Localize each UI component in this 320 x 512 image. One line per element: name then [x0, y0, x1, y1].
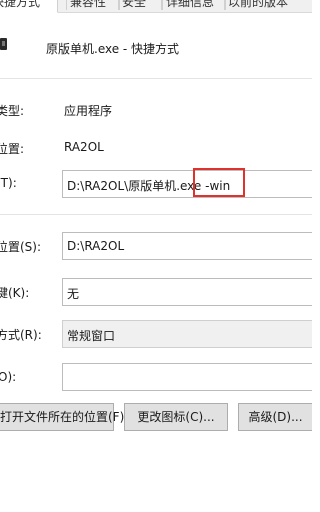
target-location-label: 位置: [0, 142, 25, 156]
open-file-location-button[interactable]: 打开文件所在的位置(F) [0, 403, 124, 431]
tab-shortcut[interactable]: 快捷方式 [0, 0, 58, 13]
file-icon [0, 38, 7, 50]
divider [0, 214, 312, 215]
tab-strip: 快捷方式 兼容性 安全 详细信息 以前的版本 [0, 0, 320, 13]
tab-compatibility[interactable]: 兼容性 [66, 0, 120, 10]
target-type-label: 类型: [0, 104, 25, 118]
annotation-highlight-box [193, 168, 245, 197]
tab-security[interactable]: 安全 [118, 0, 162, 10]
run-select[interactable]: 常规窗口 [62, 320, 312, 348]
target-label: (T): [0, 176, 17, 190]
advanced-button[interactable]: 高级(D)... [238, 403, 312, 431]
shortcut-name: 原版单机.exe - 快捷方式 [46, 42, 180, 56]
target-input[interactable]: D:\RA2OL\原版单机.exe -win [62, 170, 312, 198]
tab-details[interactable]: 详细信息 [162, 0, 226, 10]
target-type-value: 应用程序 [64, 104, 113, 118]
tab-previous-versions[interactable]: 以前的版本 [224, 0, 320, 10]
comment-label: O): [0, 370, 17, 384]
shortcut-key-label: 键(K): [0, 286, 30, 300]
start-in-input[interactable]: D:\RA2OL [62, 232, 312, 260]
shortcut-key-input[interactable]: 无 [62, 278, 312, 306]
run-label: 方式(R): [0, 328, 42, 342]
change-icon-button[interactable]: 更改图标(C)... [124, 403, 228, 431]
divider [0, 78, 312, 79]
target-location-value: RA2OL [64, 140, 104, 154]
start-in-label: 位置(S): [0, 240, 42, 254]
comment-input[interactable] [62, 363, 312, 391]
